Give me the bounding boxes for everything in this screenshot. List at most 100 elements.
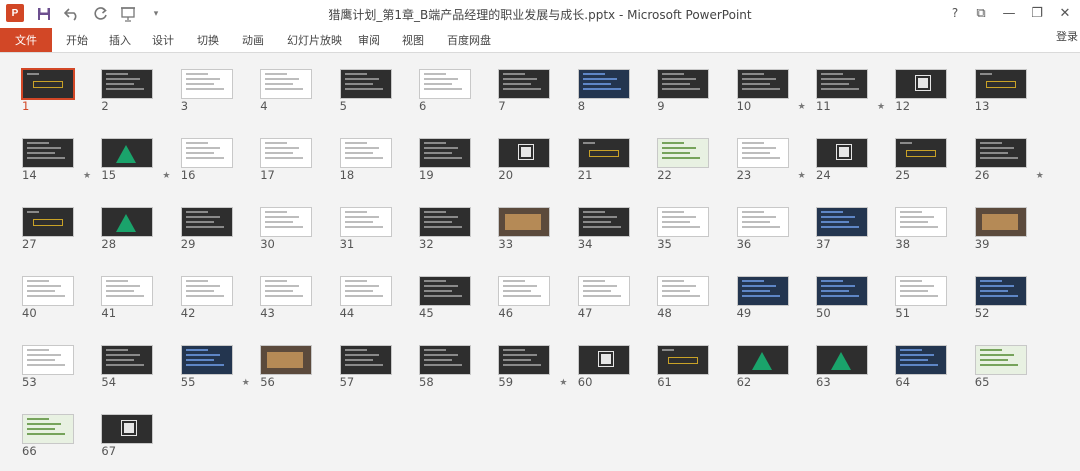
- slide-preview[interactable]: [180, 276, 233, 306]
- slide-preview[interactable]: [339, 138, 392, 168]
- slide-thumbnail-19[interactable]: 19: [417, 122, 497, 182]
- slide-thumbnail-18[interactable]: 18: [338, 122, 418, 182]
- slide-preview[interactable]: [577, 207, 630, 237]
- slide-thumbnail-36[interactable]: 36: [735, 191, 815, 251]
- slide-thumbnail-58[interactable]: 58: [417, 329, 497, 389]
- slide-preview[interactable]: [498, 207, 551, 237]
- minimize-icon[interactable]: —: [998, 3, 1020, 23]
- slide-thumbnail-45[interactable]: 45: [417, 260, 497, 320]
- slide-preview[interactable]: [22, 345, 74, 375]
- slide-preview[interactable]: [339, 207, 392, 237]
- sign-in-link[interactable]: 登录: [1038, 28, 1080, 44]
- slide-thumbnail-60[interactable]: 60: [576, 329, 656, 389]
- slide-thumbnail-23[interactable]: 23 ★: [735, 122, 815, 182]
- slide-thumbnail-4[interactable]: 4: [258, 53, 338, 113]
- slide-preview[interactable]: [101, 345, 154, 375]
- slide-thumbnail-54[interactable]: 54: [99, 329, 179, 389]
- tab-animations[interactable]: 动画: [242, 28, 264, 52]
- animation-star-icon[interactable]: ★: [242, 378, 250, 388]
- slide-preview[interactable]: [101, 69, 154, 99]
- tab-baidu-netdisk[interactable]: 百度网盘: [447, 28, 491, 52]
- animation-star-icon[interactable]: ★: [559, 378, 567, 388]
- slide-preview[interactable]: [895, 345, 948, 375]
- slide-preview[interactable]: [657, 345, 710, 375]
- slide-thumbnail-55[interactable]: 55 ★: [179, 329, 259, 389]
- slide-thumbnail-15[interactable]: 15 ★: [99, 122, 179, 182]
- slide-preview[interactable]: [657, 69, 710, 99]
- tab-transitions[interactable]: 切换: [197, 28, 219, 52]
- slide-thumbnail-17[interactable]: 17: [258, 122, 338, 182]
- slide-thumbnail-10[interactable]: 10 ★: [735, 53, 815, 113]
- slide-preview[interactable]: [657, 138, 710, 168]
- ribbon-display-options-icon[interactable]: ⧉: [970, 3, 992, 23]
- slide-preview[interactable]: [895, 207, 948, 237]
- slide-thumbnail-67[interactable]: 67: [99, 398, 179, 458]
- slide-thumbnail-24[interactable]: 24: [814, 122, 894, 182]
- slide-thumbnail-2[interactable]: 2: [99, 53, 179, 113]
- slide-preview[interactable]: [577, 276, 630, 306]
- slide-preview[interactable]: [339, 69, 392, 99]
- slide-thumbnail-26[interactable]: 26 ★: [973, 122, 1053, 182]
- slide-preview[interactable]: [577, 138, 630, 168]
- slide-preview[interactable]: [974, 138, 1027, 168]
- slide-preview[interactable]: [180, 207, 233, 237]
- slide-preview[interactable]: [339, 276, 392, 306]
- slide-preview[interactable]: [974, 345, 1027, 375]
- slide-preview[interactable]: [816, 345, 868, 375]
- slide-thumbnail-48[interactable]: 48: [655, 260, 735, 320]
- slide-preview[interactable]: [339, 345, 392, 375]
- slide-preview[interactable]: [816, 138, 868, 168]
- slide-thumbnail-46[interactable]: 46: [496, 260, 576, 320]
- slide-thumbnail-33[interactable]: 33: [496, 191, 576, 251]
- slide-preview[interactable]: [21, 68, 75, 100]
- slide-preview[interactable]: [260, 276, 313, 306]
- tab-insert[interactable]: 插入: [109, 28, 131, 52]
- slide-thumbnail-41[interactable]: 41: [99, 260, 179, 320]
- slide-preview[interactable]: [419, 69, 471, 99]
- slide-preview[interactable]: [736, 345, 789, 375]
- slide-thumbnail-3[interactable]: 3: [179, 53, 259, 113]
- slide-preview[interactable]: [101, 414, 154, 444]
- tab-view[interactable]: 视图: [402, 28, 424, 52]
- slide-thumbnail-37[interactable]: 37: [814, 191, 894, 251]
- slide-preview[interactable]: [419, 345, 471, 375]
- slide-preview[interactable]: [22, 414, 74, 444]
- slide-thumbnail-29[interactable]: 29: [179, 191, 259, 251]
- slide-preview[interactable]: [498, 69, 551, 99]
- slide-thumbnail-27[interactable]: 27: [20, 191, 100, 251]
- animation-star-icon[interactable]: ★: [1036, 171, 1044, 181]
- tab-home[interactable]: 开始: [66, 28, 88, 52]
- restore-icon[interactable]: ❐: [1026, 3, 1048, 23]
- slide-preview[interactable]: [101, 138, 154, 168]
- slide-preview[interactable]: [816, 276, 868, 306]
- slide-preview[interactable]: [180, 345, 233, 375]
- tab-slideshow[interactable]: 幻灯片放映: [287, 28, 342, 52]
- slide-thumbnail-35[interactable]: 35: [655, 191, 735, 251]
- slide-thumbnail-59[interactable]: 59 ★: [496, 329, 576, 389]
- slide-preview[interactable]: [816, 69, 868, 99]
- slide-thumbnail-44[interactable]: 44: [338, 260, 418, 320]
- slide-thumbnail-34[interactable]: 34: [576, 191, 656, 251]
- slide-preview[interactable]: [895, 138, 948, 168]
- slide-thumbnail-32[interactable]: 32: [417, 191, 497, 251]
- slide-thumbnail-51[interactable]: 51: [893, 260, 973, 320]
- slide-preview[interactable]: [895, 276, 948, 306]
- slide-thumbnail-13[interactable]: 13: [973, 53, 1053, 113]
- slide-preview[interactable]: [419, 276, 471, 306]
- slide-thumbnail-25[interactable]: 25: [893, 122, 973, 182]
- tab-design[interactable]: 设计: [152, 28, 174, 52]
- slide-thumbnail-61[interactable]: 61: [655, 329, 735, 389]
- slide-preview[interactable]: [180, 138, 233, 168]
- slide-preview[interactable]: [101, 276, 154, 306]
- slide-preview[interactable]: [260, 345, 313, 375]
- animation-star-icon[interactable]: ★: [162, 171, 170, 181]
- slide-preview[interactable]: [260, 207, 313, 237]
- animation-star-icon[interactable]: ★: [877, 102, 885, 112]
- slide-thumbnail-39[interactable]: 39: [973, 191, 1053, 251]
- slide-thumbnail-56[interactable]: 56: [258, 329, 338, 389]
- slide-thumbnail-5[interactable]: 5: [338, 53, 418, 113]
- slide-thumbnail-63[interactable]: 63: [814, 329, 894, 389]
- slide-thumbnail-65[interactable]: 65: [973, 329, 1053, 389]
- slide-preview[interactable]: [260, 69, 313, 99]
- slide-preview[interactable]: [974, 69, 1027, 99]
